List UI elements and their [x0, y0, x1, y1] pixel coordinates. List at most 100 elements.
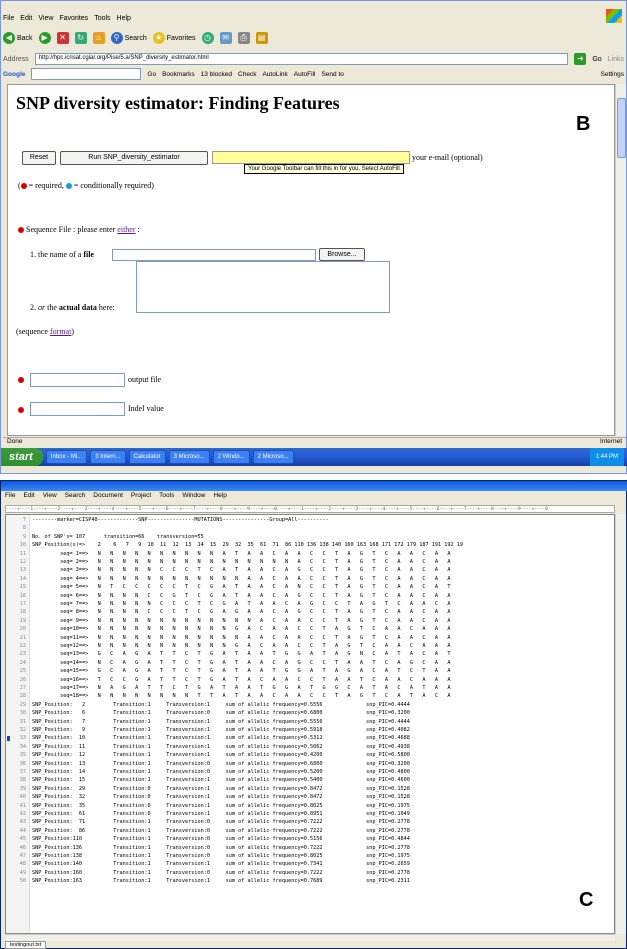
text-line[interactable]: 28 seq=18==> N N N N N N N N T T A T A A… — [6, 692, 614, 700]
menu-tools[interactable]: Tools — [159, 492, 174, 502]
reset-button[interactable]: Reset — [22, 151, 56, 165]
menu-file[interactable]: File — [5, 492, 15, 502]
history-icon[interactable]: ◷ — [201, 32, 214, 44]
send-to-button[interactable]: Send to — [321, 71, 343, 78]
text-line[interactable]: 43 SNP_Position: 71 Transition:1 Transver… — [6, 818, 614, 826]
editor-vertical-scrollbar[interactable] — [615, 514, 626, 934]
menu-window[interactable]: Window — [182, 492, 205, 502]
go-arrow-icon[interactable]: ➜ — [574, 53, 587, 65]
either-link[interactable]: either — [117, 225, 135, 234]
menu-view[interactable]: View — [43, 492, 57, 502]
editor-horizontal-scrollbar[interactable] — [5, 934, 615, 941]
text-line[interactable]: 22 seq=12==> N N N N N N N N N N N G A C… — [6, 642, 614, 650]
forward-arrow-icon[interactable]: ▶ — [38, 32, 51, 44]
text-line[interactable]: 29 SNP_Position: 2 Transition:1 Transvers… — [6, 701, 614, 709]
check-button[interactable]: Check — [238, 71, 256, 78]
text-line[interactable]: 24 seq=14==> N C A G A T T C T G A T A A… — [6, 659, 614, 667]
text-line[interactable]: 47 SNP_Position:138 Transition:1 Transver… — [6, 852, 614, 860]
text-line[interactable]: 14 seq= 4==> N N N N N N N N N N N N A A… — [6, 575, 614, 583]
text-line[interactable]: 15 seq= 5==> N T C C C C C T C G A T A A… — [6, 583, 614, 591]
text-line[interactable]: 19 seq= 9==> N N N N N N N N N N N N N A… — [6, 617, 614, 625]
text-line[interactable]: 10 SNP_Position(s)=> 2 6 7 9 10 11 12 13 … — [6, 541, 614, 549]
menu-help[interactable]: Help — [117, 15, 131, 22]
menu-view[interactable]: View — [38, 15, 53, 22]
text-line[interactable]: 34 SNP_Position: 11 Transition:1 Transver… — [6, 743, 614, 751]
taskbar-item[interactable]: 2 Microso... — [252, 450, 294, 464]
google-search-input[interactable] — [31, 68, 142, 80]
sequence-data-textarea[interactable] — [136, 261, 390, 313]
popup-blocked-button[interactable]: 13 blocked — [201, 71, 232, 78]
folder-icon[interactable]: ▤ — [255, 32, 268, 44]
settings-button[interactable]: Settings — [601, 71, 625, 78]
text-line[interactable]: 17 seq= 7==> N N N N N C C C T C G A T A… — [6, 600, 614, 608]
email-input[interactable] — [212, 151, 410, 164]
text-line[interactable]: 21 seq=11==> N N N N N N N N N N N N A A… — [6, 634, 614, 642]
bookmarks-button[interactable]: Bookmarks — [162, 71, 195, 78]
output-file-input[interactable] — [30, 373, 125, 387]
taskbar-item[interactable]: 2 Windo... — [212, 450, 250, 464]
text-line[interactable]: 7 --------marker=CISP40-------------SNP--… — [6, 516, 614, 524]
text-line[interactable]: 26 seq=16==> T C C G A T T C T G A T A C… — [6, 676, 614, 684]
text-line[interactable]: 33 SNP_Position: 10 Transition:1 Transver… — [6, 734, 614, 742]
text-line[interactable]: 25 seq=15==> G C A G A T T C T G A T A A… — [6, 667, 614, 675]
text-line[interactable]: 44 SNP_Position: 86 Transition:1 Transver… — [6, 827, 614, 835]
back-button[interactable]: ◀ Back — [3, 32, 33, 44]
text-line[interactable]: 27 seq=17==> N A G A T T C T G A T A A T… — [6, 684, 614, 692]
text-line[interactable]: 12 seq= 2==> N N N N N N N N N N N N N N… — [6, 558, 614, 566]
print-icon[interactable]: ⎙ — [237, 32, 250, 44]
text-line[interactable]: 45 SNP_Position:110 Transition:1 Transver… — [6, 835, 614, 843]
text-line[interactable]: 36 SNP_Position: 13 Transition:1 Transver… — [6, 760, 614, 768]
google-go-button[interactable]: Go — [147, 71, 156, 78]
menu-file[interactable]: File — [3, 15, 14, 22]
text-line[interactable]: 8 — [6, 524, 614, 532]
text-line[interactable]: 13 seq= 3==> N N N N N C C C T C A T A A… — [6, 566, 614, 574]
autofill-button[interactable]: AutoFill — [294, 71, 316, 78]
text-line[interactable]: 41 SNP_Position: 35 Transition:0 Transver… — [6, 802, 614, 810]
taskbar-item[interactable]: 3 Microso... — [168, 450, 210, 464]
menu-tools[interactable]: Tools — [94, 15, 110, 22]
mail-icon[interactable]: ✉ — [219, 32, 232, 44]
menu-help[interactable]: Help — [213, 492, 226, 502]
text-line[interactable]: 42 SNP_Position: 61 Transition:0 Transver… — [6, 810, 614, 818]
text-line[interactable]: 40 SNP_Position: 32 Transition:0 Transver… — [6, 793, 614, 801]
start-button[interactable]: start — [1, 448, 43, 466]
text-line[interactable]: 49 SNP_Position:160 Transition:1 Transver… — [6, 869, 614, 877]
text-line[interactable]: 31 SNP_Position: 7 Transition:1 Transvers… — [6, 718, 614, 726]
page-scrollbar[interactable] — [615, 84, 626, 436]
go-button[interactable]: Go — [592, 56, 601, 63]
text-line[interactable]: 37 SNP_Position: 14 Transition:1 Transver… — [6, 768, 614, 776]
url-input[interactable]: http://hpc.icrisat.cgiar.org/Pise/5.a/SN… — [34, 53, 569, 65]
text-line[interactable]: 11 seq= 1==> N N N N N N N N N N A T A A… — [6, 550, 614, 558]
text-line[interactable]: 16 seq= 6==> N N N N C C G T C G A T A A… — [6, 592, 614, 600]
run-button[interactable]: Run SNP_diversity_estimator — [60, 151, 208, 165]
favorites-button[interactable]: ★ Favorites — [152, 32, 196, 44]
text-line[interactable]: 23 seq=13==> G C A G A T T C T G A T A A… — [6, 650, 614, 658]
menu-document[interactable]: Document — [93, 492, 123, 502]
text-line[interactable]: 20 seq=10==> N N N N N N N N N N N G A C… — [6, 625, 614, 633]
file-path-input[interactable] — [112, 249, 316, 261]
taskbar-item[interactable]: Calculator — [128, 450, 166, 464]
scrollbar-thumb[interactable] — [617, 98, 626, 158]
text-line[interactable]: 35 SNP_Position: 12 Transition:1 Transver… — [6, 751, 614, 759]
menu-search[interactable]: Search — [65, 492, 86, 502]
menu-edit[interactable]: Edit — [20, 15, 32, 22]
text-line[interactable]: 18 seq= 8==> N N N N C C C T C G A G A A… — [6, 608, 614, 616]
stop-icon[interactable]: ✕ — [56, 32, 69, 44]
menu-favorites[interactable]: Favorites — [59, 15, 88, 22]
refresh-icon[interactable]: ↻ — [74, 32, 87, 44]
text-line[interactable]: 46 SNP_Position:136 Transition:1 Transver… — [6, 844, 614, 852]
format-link[interactable]: format — [50, 327, 71, 336]
search-button[interactable]: ⚲ Search — [110, 32, 147, 44]
text-line[interactable]: 30 SNP_Position: 6 Transition:1 Transvers… — [6, 709, 614, 717]
text-line[interactable]: 48 SNP_Position:140 Transition:1 Transver… — [6, 860, 614, 868]
text-line[interactable]: 39 SNP_Position: 29 Transition:0 Transver… — [6, 785, 614, 793]
text-editor[interactable]: 7 --------marker=CISP40-------------SNP--… — [5, 514, 615, 934]
text-line[interactable]: 32 SNP_Position: 9 Transition:1 Transvers… — [6, 726, 614, 734]
browse-button[interactable]: Browse... — [319, 248, 365, 261]
menu-project[interactable]: Project — [131, 492, 151, 502]
taskbar-item[interactable]: Inbox - Mi... — [45, 450, 88, 464]
file-tab[interactable]: testingout.txt — [5, 941, 47, 949]
autolink-button[interactable]: AutoLink — [262, 71, 287, 78]
menu-edit[interactable]: Edit — [23, 492, 34, 502]
links-label[interactable]: Links — [608, 56, 624, 63]
